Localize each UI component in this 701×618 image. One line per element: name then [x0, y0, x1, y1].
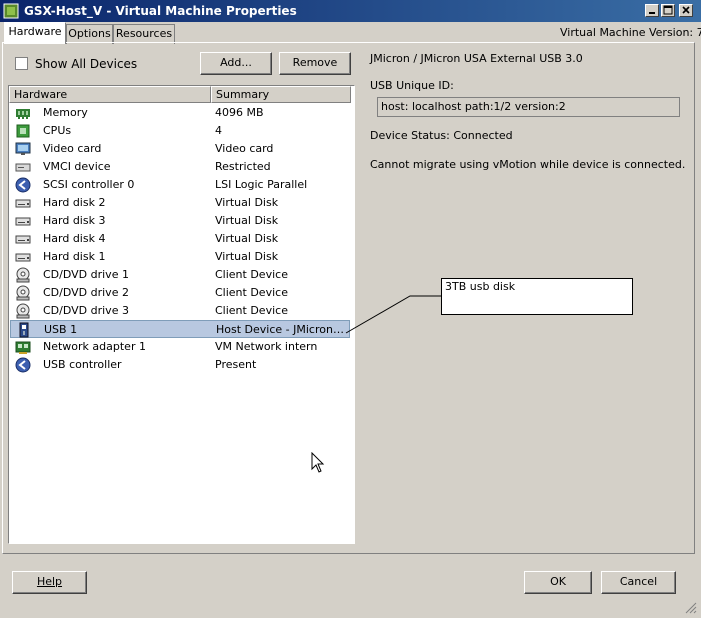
controller-icon: [15, 177, 31, 193]
monitor-icon: [15, 142, 31, 155]
disk-icon: [15, 217, 31, 226]
hardware-row-summary: Restricted: [215, 160, 271, 173]
hardware-row[interactable]: Video card Video card: [10, 140, 350, 158]
hardware-row-summary: Host Device - JMicron / JMicron USA Exte…: [216, 323, 346, 336]
tab-options[interactable]: Options: [66, 24, 113, 44]
hardware-row-name: USB 1: [44, 323, 78, 336]
hardware-row[interactable]: CD/DVD drive 3 Client Device: [10, 302, 350, 320]
memory-icon: [16, 109, 30, 119]
hardware-row-name: Video card: [43, 142, 102, 155]
hardware-row[interactable]: USB 1 Host Device - JMicron / JMicron USA…: [10, 320, 350, 338]
hardware-row-name: Memory: [43, 106, 88, 119]
column-header-hardware[interactable]: Hardware: [9, 86, 211, 103]
hardware-list[interactable]: Hardware Summary Memory 4096 MB CPUs 4 Video…: [8, 85, 355, 544]
hardware-row-summary: Client Device: [215, 268, 288, 281]
hardware-row-name: Hard disk 3: [43, 214, 106, 227]
resize-grip-icon[interactable]: [683, 600, 697, 614]
hardware-row-summary: 4096 MB: [215, 106, 264, 119]
mouse-cursor-icon: [311, 452, 325, 473]
hardware-row-summary: LSI Logic Parallel: [215, 178, 308, 191]
hardware-row-summary: 4: [215, 124, 222, 137]
usb-unique-id-field[interactable]: host: localhost path:1/2 version:2: [377, 97, 680, 117]
hardware-row-name: CD/DVD drive 3: [43, 304, 129, 317]
device-status: Device Status: Connected: [370, 129, 513, 142]
callout-leader-line: [345, 295, 441, 334]
cd-icon: [16, 303, 30, 319]
tab-hardware[interactable]: Hardware: [4, 22, 66, 44]
show-all-devices-label: Show All Devices: [35, 57, 138, 71]
disk-icon: [15, 199, 31, 208]
hardware-row-summary: VM Network intern: [215, 340, 318, 353]
hardware-row-name: Hard disk 1: [43, 250, 106, 263]
hardware-row-name: VMCI device: [43, 160, 111, 173]
hardware-row-name: Hard disk 4: [43, 232, 106, 245]
hardware-row-name: USB controller: [43, 358, 122, 371]
disk-icon: [15, 253, 31, 262]
hardware-row[interactable]: VMCI device Restricted: [10, 158, 350, 176]
title-bar[interactable]: GSX-Host_V - Virtual Machine Properties: [0, 0, 701, 22]
ok-button[interactable]: OK: [524, 571, 592, 594]
controller-icon: [15, 357, 31, 373]
close-icon: [682, 6, 690, 14]
hardware-row[interactable]: CD/DVD drive 1 Client Device: [10, 266, 350, 284]
hardware-row[interactable]: USB controller Present: [10, 356, 350, 374]
hardware-row[interactable]: Hard disk 2 Virtual Disk: [10, 194, 350, 212]
cpu-icon: [16, 124, 30, 138]
column-header-summary[interactable]: Summary: [211, 86, 351, 103]
hardware-row-summary: Client Device: [215, 304, 288, 317]
hardware-row-summary: Virtual Disk: [215, 232, 279, 245]
vmotion-note: Cannot migrate using vMotion while devic…: [370, 158, 686, 171]
hardware-row-summary: Virtual Disk: [215, 214, 279, 227]
remove-button[interactable]: Remove: [279, 52, 351, 75]
hardware-row-name: CD/DVD drive 2: [43, 286, 129, 299]
minimize-button[interactable]: [645, 4, 659, 17]
vm-app-icon: [3, 3, 19, 19]
hardware-row-summary: Present: [215, 358, 257, 371]
hardware-row-name: SCSI controller 0: [43, 178, 135, 191]
hardware-row-name: CPUs: [43, 124, 72, 137]
hardware-row-summary: Virtual Disk: [215, 250, 279, 263]
help-button-label: Help: [36, 575, 63, 588]
cancel-button[interactable]: Cancel: [601, 571, 676, 594]
hardware-row[interactable]: Network adapter 1 VM Network intern: [10, 338, 350, 356]
hardware-row[interactable]: Hard disk 1 Virtual Disk: [10, 248, 350, 266]
minimize-icon: [649, 12, 655, 14]
usb-unique-id-label: USB Unique ID:: [370, 79, 454, 92]
cd-icon: [16, 285, 30, 301]
show-all-devices-checkbox[interactable]: [15, 57, 28, 70]
hardware-row[interactable]: Hard disk 3 Virtual Disk: [10, 212, 350, 230]
disk-icon: [15, 235, 31, 244]
tab-resources[interactable]: Resources: [113, 24, 175, 44]
add-button[interactable]: Add...: [200, 52, 272, 75]
device-title: JMicron / JMicron USA External USB 3.0: [370, 52, 583, 65]
usb-icon: [19, 322, 29, 338]
callout-box: 3TB usb disk: [441, 278, 633, 315]
network-icon: [15, 341, 31, 354]
hardware-row-name: CD/DVD drive 1: [43, 268, 129, 281]
hardware-row[interactable]: CD/DVD drive 2 Client Device: [10, 284, 350, 302]
hardware-row[interactable]: SCSI controller 0 LSI Logic Parallel: [10, 176, 350, 194]
maximize-icon: [663, 5, 673, 15]
hardware-row-summary: Virtual Disk: [215, 196, 279, 209]
device-icon: [15, 163, 31, 172]
cd-icon: [16, 267, 30, 283]
maximize-button[interactable]: [661, 4, 675, 17]
window-title: GSX-Host_V - Virtual Machine Properties: [24, 4, 297, 18]
hardware-row[interactable]: Hard disk 4 Virtual Disk: [10, 230, 350, 248]
hardware-row-summary: Client Device: [215, 286, 288, 299]
hardware-row-name: Network adapter 1: [43, 340, 146, 353]
hardware-row[interactable]: CPUs 4: [10, 122, 350, 140]
vm-version-label: Virtual Machine Version: 7: [560, 26, 701, 39]
hardware-row-summary: Video card: [215, 142, 274, 155]
help-button[interactable]: Help: [12, 571, 87, 594]
hardware-row-name: Hard disk 2: [43, 196, 106, 209]
close-button[interactable]: [679, 4, 693, 17]
hardware-row[interactable]: Memory 4096 MB: [10, 104, 350, 122]
